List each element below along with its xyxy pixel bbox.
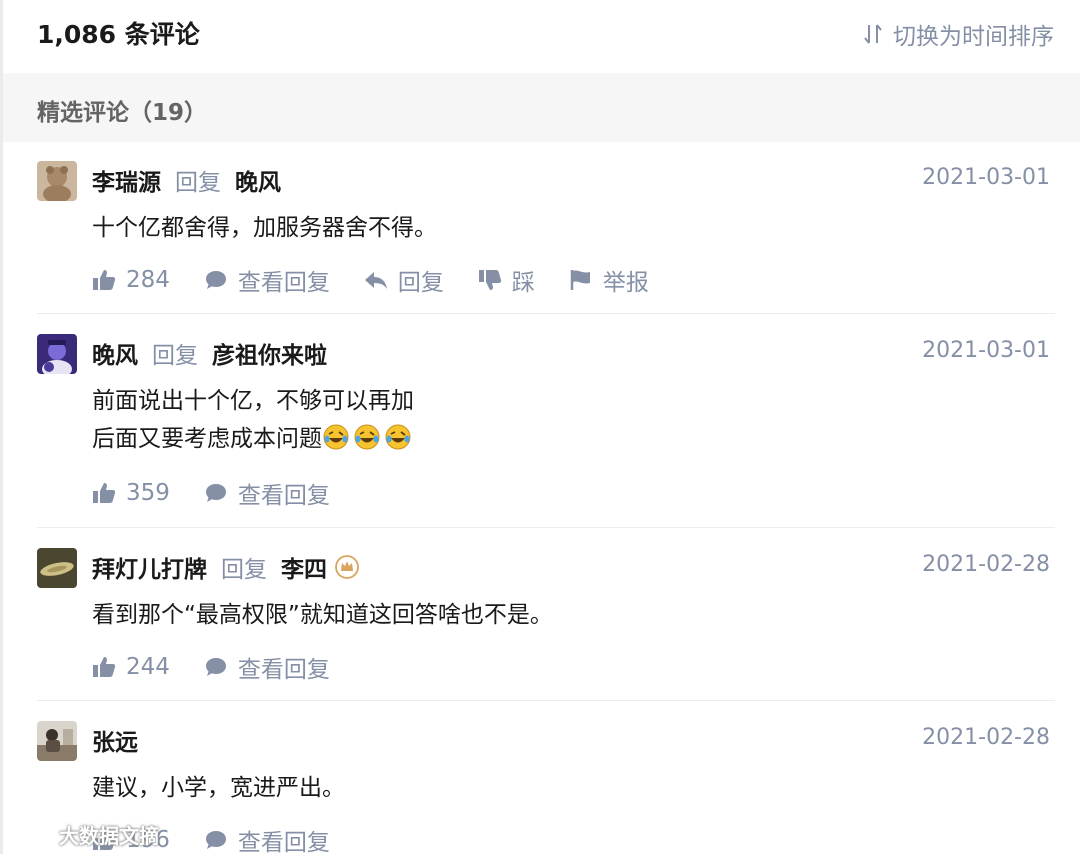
thumbs-down-icon: [478, 270, 502, 290]
like-button[interactable]: 359: [92, 480, 170, 506]
rolling-laughing-emoji: [323, 424, 349, 450]
reply-target-name[interactable]: 彦祖你来啦: [212, 336, 327, 370]
reply-word: 回复: [221, 557, 267, 583]
thumbs-up-icon: [93, 270, 116, 290]
author-name[interactable]: 张远: [92, 723, 138, 757]
thumbs-up-icon: [93, 657, 116, 677]
comment-text: 建议，小学，宽进严出。: [92, 769, 345, 807]
comment-date: 2021-02-28: [922, 725, 1050, 750]
flag-icon: [570, 270, 590, 290]
thumbs-up-icon: [93, 483, 116, 503]
comment-text-line: 建议，小学，宽进严出。: [92, 775, 345, 801]
comment-item: 李瑞源 回复 晚风 2021-03-01 十个亿都舍得，加服务器舍不得。 284…: [37, 161, 1055, 301]
featured-comments-band: 精选评论（19）: [3, 73, 1080, 142]
comment-item: 拜灯儿打牌 回复 李四 2021-02-28 看到那个“最高权限”就知道这回答啥…: [37, 548, 1055, 688]
author-badge-icon: [335, 555, 359, 579]
comment-count: 1,086 条评论: [37, 20, 200, 49]
watermark-text: 大数据文摘: [58, 824, 159, 848]
comment-text-line: 十个亿都舍得，加服务器舍不得。: [92, 215, 437, 241]
reply-arrow-icon: [364, 272, 387, 289]
comment-actions: 284 查看回复 回复 踩 举报: [92, 263, 683, 297]
view-replies-label: 查看回复: [237, 830, 330, 856]
comment-bubble-icon: [205, 831, 226, 849]
comment-bubble-icon: [205, 658, 226, 676]
view-replies-button[interactable]: 查看回复: [204, 650, 330, 684]
reply-target-name[interactable]: 晚风: [235, 163, 281, 197]
author-name[interactable]: 李瑞源: [92, 163, 161, 197]
comment-divider: [37, 527, 1055, 528]
avatar[interactable]: [37, 721, 77, 761]
comment-actions: 359 查看回复: [92, 476, 364, 510]
like-button[interactable]: 244: [92, 654, 170, 680]
comment-divider: [37, 313, 1055, 314]
watermark-logo-icon: [8, 826, 47, 845]
comment-meta: 晚风 回复 彦祖你来啦: [92, 336, 327, 370]
reply-button[interactable]: 回复: [364, 263, 444, 297]
comment-text: 前面说出十个亿，不够可以再加 后面又要考虑成本问题: [92, 382, 415, 458]
comment-item: 晚风 回复 彦祖你来啦 2021-03-01 前面说出十个亿，不够可以再加 后面…: [37, 334, 1055, 514]
featured-comments-title: 精选评论（19）: [37, 100, 208, 126]
rolling-laughing-emoji: [354, 424, 380, 450]
comment-meta: 李瑞源 回复 晚风: [92, 163, 281, 197]
reply-target-name[interactable]: 李四: [281, 550, 327, 584]
report-label: 举报: [602, 270, 649, 296]
comment-text-line: 看到那个“最高权限”就知道这回答啥也不是。: [92, 602, 553, 628]
watermark: 大数据文摘: [8, 820, 159, 849]
comment-date: 2021-03-01: [922, 338, 1050, 363]
sort-toggle-button[interactable]: 切换为时间排序: [863, 17, 1054, 51]
like-button[interactable]: 284: [92, 267, 170, 293]
reply-word: 回复: [175, 170, 221, 196]
view-replies-button[interactable]: 查看回复: [204, 263, 330, 297]
author-name[interactable]: 晚风: [92, 336, 138, 370]
reply-label: 回复: [397, 270, 444, 296]
comment-date: 2021-02-28: [922, 552, 1050, 577]
sort-toggle-label: 切换为时间排序: [893, 24, 1054, 50]
comment-text-line-with-emoji: 后面又要考虑成本问题: [92, 420, 415, 458]
comment-text: 看到那个“最高权限”就知道这回答啥也不是。: [92, 596, 553, 634]
comment-actions: 244 查看回复: [92, 650, 364, 684]
view-replies-button[interactable]: 查看回复: [204, 476, 330, 510]
comment-text-line: 前面说出十个亿，不够可以再加: [92, 388, 414, 414]
comment-divider: [37, 700, 1055, 701]
rolling-laughing-emoji: [385, 424, 411, 450]
comments-header: 1,086 条评论 切换为时间排序: [0, 0, 1080, 72]
reply-word: 回复: [152, 343, 198, 369]
comment-item: 张远 2021-02-28 建议，小学，宽进严出。 196 查看回复: [37, 721, 1055, 857]
view-replies-button[interactable]: 查看回复: [204, 823, 330, 857]
sort-icon: [864, 24, 882, 44]
dislike-button[interactable]: 踩: [478, 263, 535, 297]
like-count: 244: [126, 654, 170, 680]
like-count: 284: [126, 267, 170, 293]
avatar[interactable]: [37, 334, 77, 374]
author-name[interactable]: 拜灯儿打牌: [92, 550, 207, 584]
avatar[interactable]: [37, 548, 77, 588]
avatar[interactable]: [37, 161, 77, 201]
view-replies-label: 查看回复: [237, 270, 330, 296]
comment-meta: 张远: [92, 723, 138, 757]
view-replies-label: 查看回复: [237, 483, 330, 509]
comment-bubble-icon: [205, 484, 226, 502]
dislike-label: 踩: [511, 270, 535, 296]
comment-bubble-icon: [205, 271, 226, 289]
comment-text: 十个亿都舍得，加服务器舍不得。: [92, 209, 437, 247]
comment-date: 2021-03-01: [922, 165, 1050, 190]
comment-text-line: 后面又要考虑成本问题: [92, 426, 322, 452]
report-button[interactable]: 举报: [569, 263, 649, 297]
comment-meta: 拜灯儿打牌 回复 李四: [92, 550, 359, 584]
like-count: 359: [126, 480, 170, 506]
view-replies-label: 查看回复: [237, 657, 330, 683]
